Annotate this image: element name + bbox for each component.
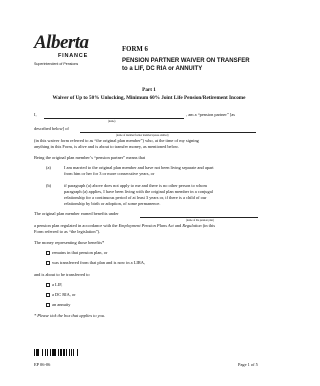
item-b-label: (b) (46, 183, 52, 188)
part-subtitle: Waiver of Up to 50% Unlocking, Minimum 6… (52, 95, 246, 101)
money-text: The money representing those benefits* (34, 240, 105, 245)
page-number: Page 1 of 5 (238, 362, 258, 367)
form-number: FORM 6 (122, 46, 148, 53)
name-field[interactable] (44, 118, 184, 119)
title-line-1: PENSION PARTNER WAIVER ON TRANSFER (122, 58, 250, 64)
option-transferred[interactable]: was transferred from that plan and is no… (46, 260, 145, 266)
dest-lif[interactable]: a LIF, (46, 282, 62, 288)
plan-member-caption: (name of member/former member/spouse ent… (116, 134, 169, 137)
checkbox-icon[interactable] (46, 292, 50, 297)
form-title: PENSION PARTNER WAIVER ON TRANSFER to a … (122, 57, 250, 73)
benefits-text: The original plan member earned benefits… (34, 211, 119, 216)
checkbox-icon[interactable] (46, 282, 50, 287)
checkbox-icon[interactable] (46, 250, 50, 255)
i-suffix: , am a “pension partner” [as (186, 112, 236, 117)
logo-subtitle: Superintendent of Pensions (34, 62, 79, 66)
logo-finance: FINANCE (58, 53, 89, 59)
transfer-text: and is about to be transferred to (34, 272, 90, 277)
pension-plan-field[interactable] (140, 217, 258, 218)
option-remains[interactable]: remains in that pension plan, or (46, 250, 107, 256)
alberta-logo: Alberta FINANCE Superintendent of Pensio… (34, 30, 104, 70)
part-heading: Part 1 (142, 87, 156, 93)
pension-plan-caption: (name of the pension plan) (186, 219, 214, 222)
name-caption: (name) (108, 120, 116, 123)
i-label: I, (34, 112, 37, 117)
dest-annuity[interactable]: an annuity (46, 302, 70, 308)
item-b-line4: relationship by birth or adoption, of so… (64, 201, 161, 206)
legislation-line2: Form referred to as “the legislation”). (34, 229, 101, 234)
title-line-2: to a LIF, DC RIA or ANNUITY (122, 66, 203, 72)
dest-dc-ria[interactable]: a DC RIA, or (46, 292, 76, 298)
described-prefix: described below] of (34, 126, 69, 131)
footnote: * Please tick the box that applies to yo… (34, 313, 106, 318)
logo-wordmark: Alberta (34, 32, 89, 53)
barcode (34, 349, 106, 356)
form-code: EP 06-06 (34, 362, 51, 367)
plan-member-field[interactable] (80, 132, 256, 133)
form-page: Alberta FINANCE Superintendent of Pensio… (0, 0, 298, 386)
checkbox-icon[interactable] (46, 260, 50, 265)
being-text: Being the original plan member’s “pensio… (34, 155, 146, 160)
para1-line2: anything in this Form, is alive and is a… (34, 144, 179, 149)
item-a-line2: from him or her for 3 or more consecutiv… (64, 171, 155, 176)
barcode-bar (78, 349, 80, 356)
item-a-label: (a) (46, 165, 51, 170)
checkbox-icon[interactable] (46, 302, 50, 307)
